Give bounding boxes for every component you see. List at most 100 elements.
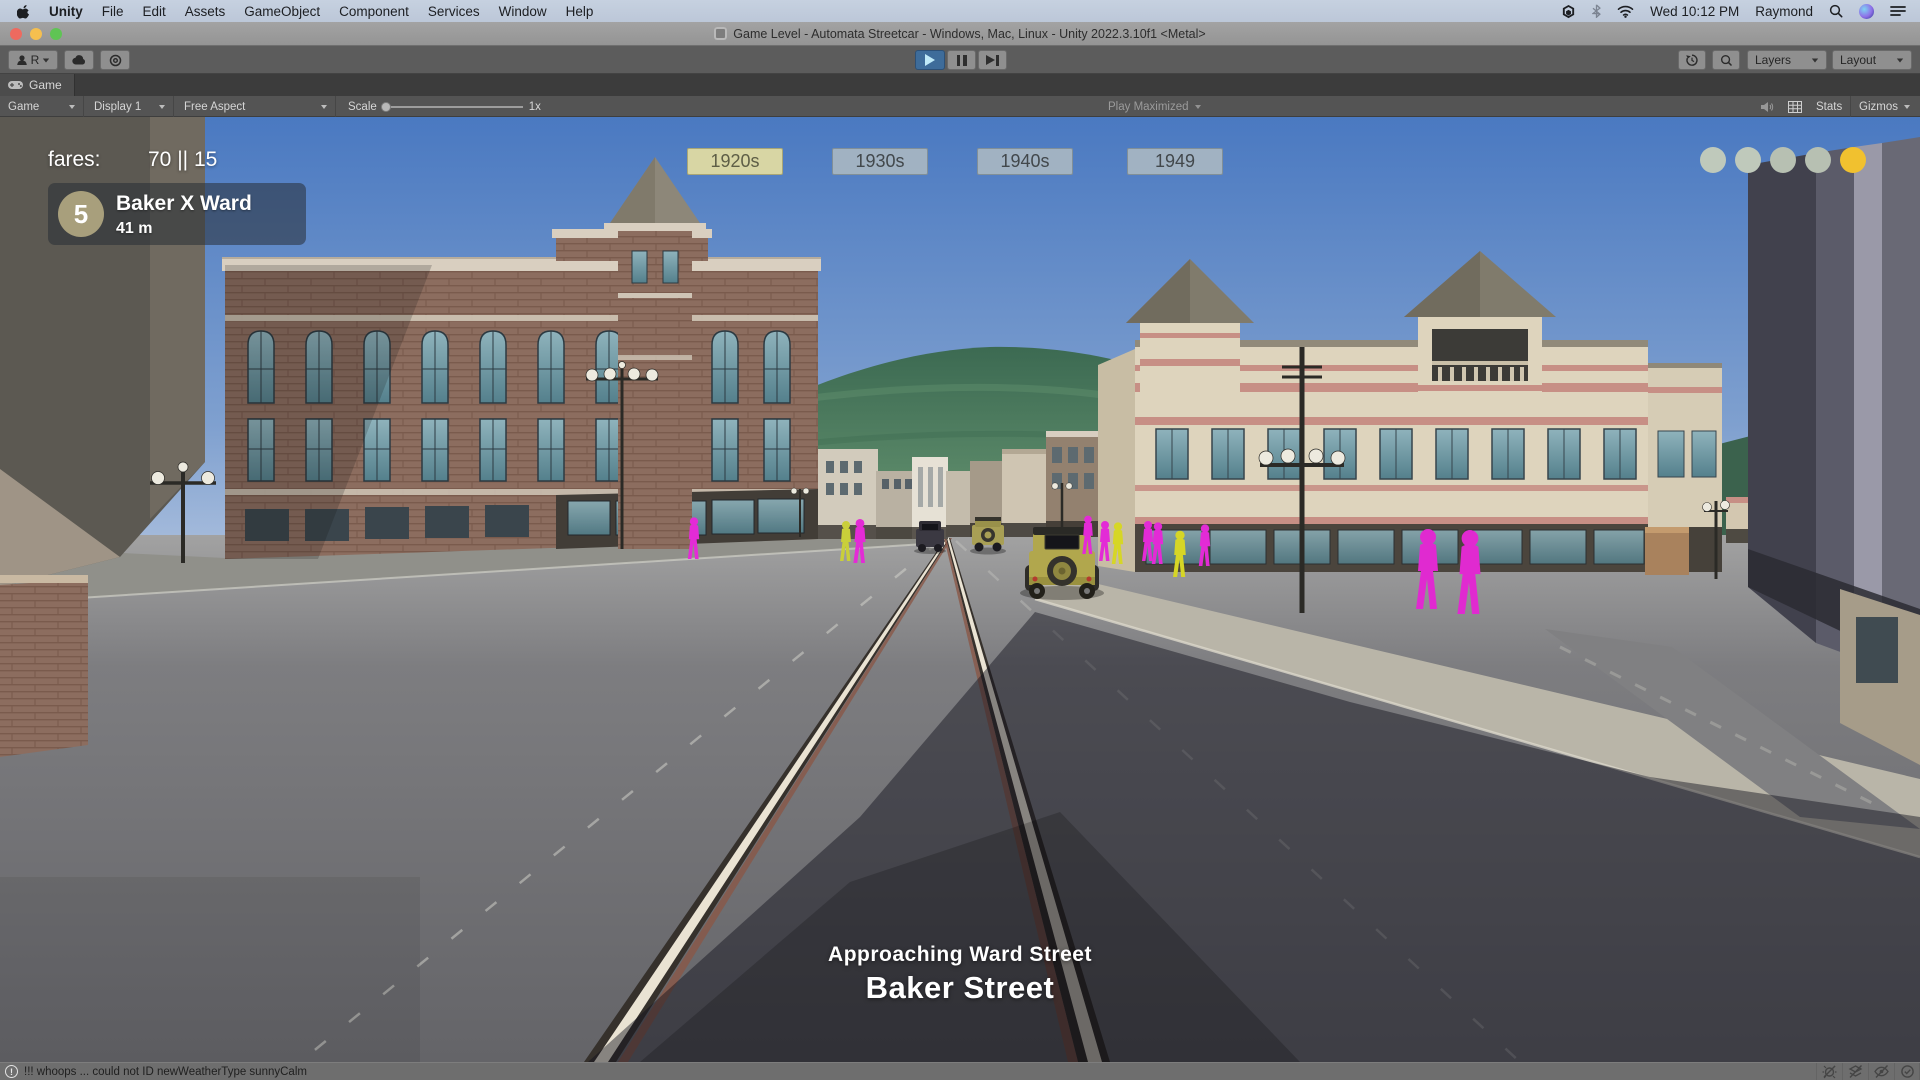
menu-component[interactable]: Component	[339, 4, 409, 19]
chevron-down-icon	[1897, 58, 1903, 62]
era-button-1949[interactable]: 1949	[1127, 148, 1223, 175]
search-icon[interactable]	[1829, 4, 1843, 18]
bluetooth-icon[interactable]	[1592, 4, 1601, 18]
toolbar-search-button[interactable]	[1712, 50, 1740, 70]
unity-logo-icon[interactable]	[1561, 4, 1576, 19]
unity-toolbar: R Layers Layout	[0, 46, 1920, 74]
pause-button[interactable]	[947, 50, 976, 70]
scale-slider[interactable]	[383, 106, 523, 108]
step-button[interactable]	[978, 50, 1007, 70]
cache-server-icon[interactable]	[1842, 1063, 1868, 1080]
traffic-lights	[10, 28, 62, 40]
fares-value: 70 || 15	[148, 148, 217, 172]
info-icon: !	[5, 1065, 18, 1078]
progress-dot	[1840, 147, 1866, 173]
progress-dot	[1770, 147, 1796, 173]
era-button-1920s[interactable]: 1920s	[687, 148, 783, 175]
menu-unity[interactable]: Unity	[49, 4, 83, 19]
game-view-toolbar: Game Display 1 Free Aspect Scale 1x Play…	[0, 96, 1920, 117]
macos-menu-bar: Unity File Edit Assets GameObject Compon…	[0, 0, 1920, 22]
view-menu-dropdown[interactable]: Game	[0, 96, 84, 117]
chevron-down-icon	[159, 105, 165, 109]
stats-toggle[interactable]: Stats	[1808, 96, 1850, 117]
visibility-icon[interactable]	[1868, 1063, 1894, 1080]
window-title: Game Level - Automata Streetcar - Window…	[714, 27, 1205, 41]
progress-check-icon[interactable]	[1894, 1063, 1920, 1080]
chevron-down-icon	[43, 58, 49, 62]
menu-user[interactable]: Raymond	[1755, 4, 1813, 19]
status-bar: ! !!! whoops ... could not ID newWeather…	[0, 1062, 1920, 1080]
play-icon	[925, 54, 935, 66]
grid-icon	[1788, 101, 1802, 113]
scale-value: 1x	[529, 101, 541, 113]
services-button[interactable]	[100, 50, 130, 70]
approaching-street-label: Approaching Ward Street	[0, 943, 1920, 967]
chevron-down-icon	[1904, 105, 1910, 109]
cloud-button[interactable]	[64, 50, 94, 70]
layout-dropdown[interactable]: Layout	[1832, 50, 1912, 70]
search-icon	[1720, 54, 1733, 67]
window-title-bar[interactable]: Game Level - Automata Streetcar - Window…	[0, 22, 1920, 46]
menu-gameobject[interactable]: GameObject	[244, 4, 320, 19]
account-icon	[16, 54, 28, 66]
game-viewport[interactable]: fares: 70 || 15 5 Baker X Ward 41 m 1920…	[0, 117, 1920, 1062]
progress-dot	[1700, 147, 1726, 173]
wifi-icon[interactable]	[1617, 5, 1634, 18]
play-maximized-dropdown[interactable]: Play Maximized	[1100, 96, 1209, 117]
play-button[interactable]	[915, 50, 945, 70]
progress-dot	[1735, 147, 1761, 173]
unity-doc-icon	[714, 27, 727, 40]
tab-strip: Game	[0, 74, 1920, 96]
menu-edit[interactable]: Edit	[143, 4, 166, 19]
chevron-down-icon	[69, 105, 75, 109]
cloud-icon	[72, 55, 87, 65]
tab-game[interactable]: Game	[0, 74, 75, 96]
game-hud: fares: 70 || 15 5 Baker X Ward 41 m 1920…	[0, 117, 1920, 1062]
debugger-icon[interactable]	[1816, 1063, 1842, 1080]
step-icon	[986, 55, 999, 66]
apple-icon[interactable]	[17, 4, 30, 19]
current-street-label: Baker Street	[0, 970, 1920, 1006]
next-stop-panel: 5 Baker X Ward 41 m	[48, 183, 306, 245]
chevron-down-icon	[321, 105, 327, 109]
layers-dropdown[interactable]: Layers	[1747, 50, 1827, 70]
account-dropdown[interactable]: R	[8, 50, 58, 70]
menu-file[interactable]: File	[102, 4, 124, 19]
scale-slider-knob[interactable]	[381, 102, 391, 112]
chevron-down-icon	[1812, 58, 1818, 62]
scale-control: Scale 1x	[340, 96, 549, 117]
menu-help[interactable]: Help	[566, 4, 594, 19]
undo-history-button[interactable]	[1678, 50, 1706, 70]
era-button-1930s[interactable]: 1930s	[832, 148, 928, 175]
fares-label: fares:	[48, 148, 101, 172]
mute-audio-button[interactable]	[1756, 96, 1778, 117]
fares-counter: fares: 70 || 15	[48, 148, 101, 172]
close-window-button[interactable]	[10, 28, 22, 40]
pause-icon	[957, 55, 967, 66]
mute-icon	[1760, 101, 1774, 113]
menu-window[interactable]: Window	[499, 4, 547, 19]
stop-number-badge: 5	[58, 191, 104, 237]
era-button-1940s[interactable]: 1940s	[977, 148, 1073, 175]
siri-icon[interactable]	[1859, 4, 1874, 19]
menu-clock[interactable]: Wed 10:12 PM	[1650, 4, 1739, 19]
street-announcement: Approaching Ward Street Baker Street	[0, 943, 1920, 1006]
account-initial: R	[31, 53, 40, 67]
gamepad-icon	[8, 80, 23, 90]
services-icon	[109, 54, 122, 67]
menu-assets[interactable]: Assets	[185, 4, 226, 19]
console-message[interactable]: !!! whoops ... could not ID newWeatherTy…	[24, 1066, 307, 1078]
stop-name: Baker X Ward	[116, 192, 252, 216]
control-center-icon[interactable]	[1890, 5, 1906, 17]
chevron-down-icon	[1195, 105, 1201, 109]
status-bar-icons	[1816, 1063, 1920, 1080]
minimize-window-button[interactable]	[30, 28, 42, 40]
unity-editor-screen: Unity File Edit Assets GameObject Compon…	[0, 0, 1920, 1080]
stop-distance: 41 m	[116, 220, 152, 238]
menu-services[interactable]: Services	[428, 4, 480, 19]
zoom-window-button[interactable]	[50, 28, 62, 40]
gizmos-dropdown[interactable]: Gizmos	[1850, 96, 1918, 117]
display-dropdown[interactable]: Display 1	[86, 96, 174, 117]
aspect-dropdown[interactable]: Free Aspect	[176, 96, 336, 117]
vsync-grid-button[interactable]	[1784, 96, 1806, 117]
